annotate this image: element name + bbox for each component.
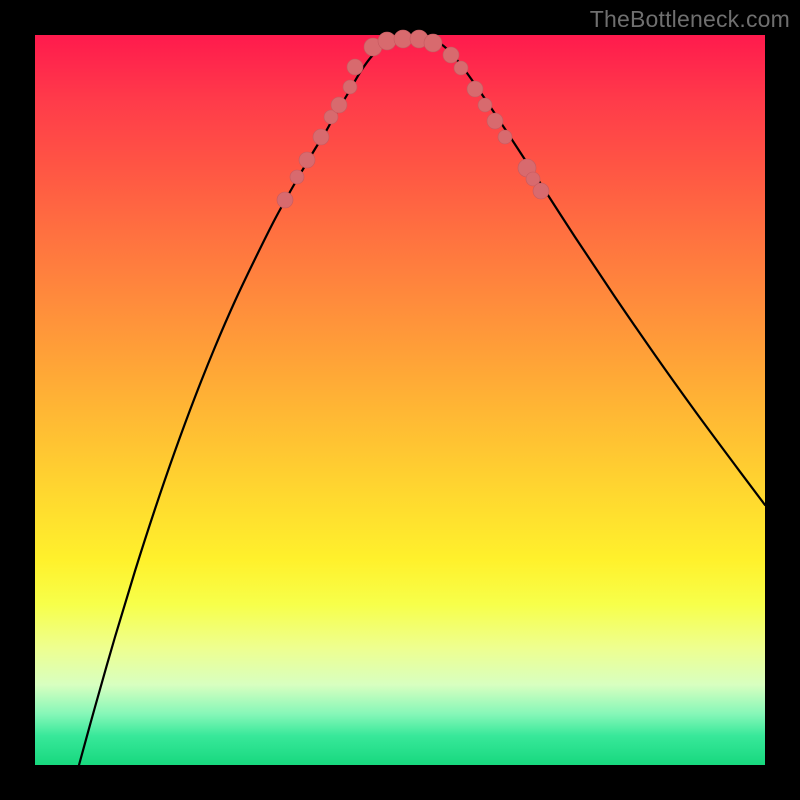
curve-svg xyxy=(35,35,765,765)
bottleneck-curve xyxy=(79,37,765,765)
curve-marker xyxy=(277,192,293,208)
curve-marker xyxy=(343,80,357,94)
curve-marker xyxy=(478,98,492,112)
curve-marker xyxy=(424,34,442,52)
curve-marker xyxy=(454,61,468,75)
curve-marker xyxy=(299,152,315,168)
plot-area xyxy=(35,35,765,765)
curve-marker xyxy=(313,129,329,145)
curve-markers xyxy=(277,30,549,208)
curve-marker xyxy=(347,59,363,75)
watermark-text: TheBottleneck.com xyxy=(590,6,790,33)
curve-marker xyxy=(487,113,503,129)
curve-marker xyxy=(331,97,347,113)
curve-marker xyxy=(467,81,483,97)
curve-marker xyxy=(443,47,459,63)
chart-frame: TheBottleneck.com xyxy=(0,0,800,800)
curve-marker xyxy=(290,170,304,184)
curve-marker xyxy=(498,130,512,144)
curve-marker xyxy=(378,32,396,50)
curve-marker xyxy=(394,30,412,48)
curve-marker xyxy=(533,183,549,199)
